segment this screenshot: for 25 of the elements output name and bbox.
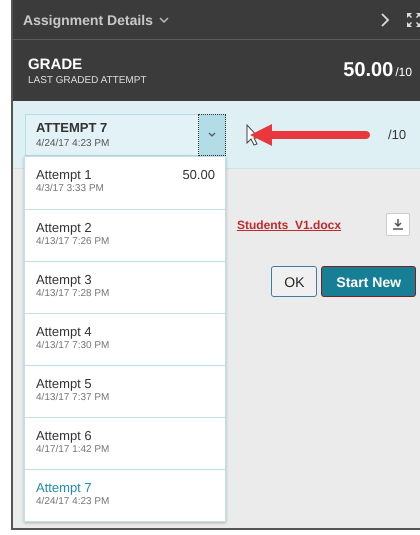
start-new-button[interactable]: Start New bbox=[321, 266, 416, 297]
file-link[interactable]: Students_V1.docx bbox=[236, 218, 341, 232]
attempt-option[interactable]: Attempt 4 4/13/17 7:30 PM bbox=[25, 313, 225, 365]
panel-title-button[interactable]: Assignment Details bbox=[23, 12, 169, 28]
download-icon bbox=[393, 219, 403, 230]
attempt-option[interactable]: Attempt 7 4/24/17 4:23 PM bbox=[25, 469, 225, 521]
attempt-option[interactable]: Attempt 5 4/13/17 7:37 PM bbox=[25, 365, 225, 417]
download-button[interactable] bbox=[386, 213, 410, 236]
chevron-down-icon bbox=[158, 16, 169, 22]
grade-sublabel: LAST GRADED ATTEMPT bbox=[28, 74, 148, 86]
attempt-label: ATTEMPT 7 bbox=[36, 120, 108, 134]
ok-button[interactable]: OK bbox=[271, 266, 318, 297]
attempt-out-of: /10 bbox=[388, 127, 406, 142]
attempt-dropdown[interactable]: ATTEMPT 7 4/24/17 4:23 PM bbox=[25, 114, 226, 156]
chevron-down-icon bbox=[208, 132, 216, 137]
attempt-option[interactable]: Attempt 3 4/13/17 7:28 PM bbox=[25, 261, 225, 313]
expand-icon[interactable] bbox=[406, 12, 420, 28]
attempt-option[interactable]: Attempt 2 4/13/17 7:26 PM bbox=[25, 209, 225, 261]
grade-label: GRADE bbox=[28, 56, 84, 72]
attempt-option[interactable]: Attempt 6 4/17/17 1:42 PM bbox=[25, 417, 225, 469]
attempt-option[interactable]: Attempt 1 4/3/17 3:33 PM 50.00 bbox=[25, 157, 225, 209]
attempt-date: 4/24/17 4:23 PM bbox=[36, 138, 110, 148]
grade-score: 50.00 bbox=[343, 59, 394, 81]
grade-out-of: /10 bbox=[395, 65, 412, 79]
chevron-right-icon[interactable] bbox=[381, 12, 390, 26]
